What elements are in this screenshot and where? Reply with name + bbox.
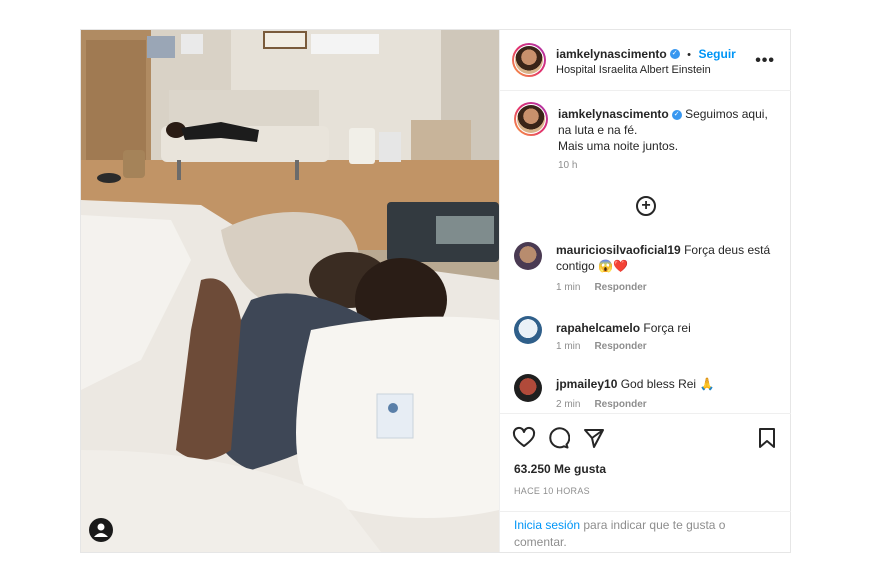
- comment-item: jpmailey10 God bless Rei 🙏 2 min Responde…: [514, 374, 776, 414]
- bookmark-icon[interactable]: [755, 426, 779, 450]
- post-photo[interactable]: [81, 30, 499, 552]
- comment-body: God bless Rei: [620, 377, 697, 391]
- verified-badge-icon: ✓: [671, 109, 682, 120]
- comment-time: 2 min: [556, 399, 581, 410]
- comment-meta: 1 min Responder: [556, 341, 647, 352]
- comment-username[interactable]: mauriciosilvaoficial19: [556, 243, 681, 257]
- reply-button[interactable]: Responder: [594, 282, 646, 293]
- comment-avatar[interactable]: [514, 316, 542, 344]
- author-avatar[interactable]: [512, 43, 546, 77]
- heart-icon[interactable]: [512, 426, 536, 450]
- post-side-panel: iamkelynascimento ✓ • Seguir Hospital Isr…: [499, 30, 791, 552]
- follow-button[interactable]: Seguir: [698, 47, 735, 61]
- hospital-room-photo: [81, 30, 499, 552]
- login-link[interactable]: Inicia sesión: [514, 518, 580, 532]
- comment-time: 1 min: [556, 341, 581, 352]
- header-line: iamkelynascimento ✓ • Seguir: [556, 45, 736, 63]
- likes-count[interactable]: 63.250 Me gusta: [514, 462, 606, 476]
- reply-button[interactable]: Responder: [594, 399, 646, 410]
- comment-avatar[interactable]: [514, 374, 542, 402]
- caption-avatar[interactable]: [514, 102, 548, 136]
- comment-emoji: 🙏: [699, 377, 715, 391]
- comment-username[interactable]: rapahelcamelo: [556, 321, 640, 335]
- posted-time[interactable]: HACE 10 HORAS: [514, 486, 590, 496]
- comment-emoji: 😱❤️: [598, 259, 628, 273]
- location-link[interactable]: Hospital Israelita Albert Einstein: [556, 64, 711, 76]
- login-prompt: Inicia sesión para indicar que te gusta …: [500, 511, 791, 554]
- comment-text: rapahelcamelo Força rei: [556, 320, 781, 336]
- paper-plane-icon[interactable]: [582, 426, 606, 450]
- comment-item: mauriciosilvaoficial19 Força deus está c…: [514, 242, 776, 294]
- comment-meta: 2 min Responder: [556, 399, 647, 410]
- post-header: iamkelynascimento ✓ • Seguir Hospital Isr…: [500, 30, 791, 91]
- separator-dot: •: [687, 49, 692, 61]
- comment-meta: 1 min Responder: [556, 282, 647, 293]
- more-options-icon[interactable]: •••: [755, 52, 775, 70]
- comment-time: 1 min: [556, 282, 581, 293]
- author-username[interactable]: iamkelynascimento: [556, 47, 667, 61]
- user-tag-icon[interactable]: [89, 518, 113, 542]
- comment-item: rapahelcamelo Força rei 1 min Responder: [514, 316, 776, 356]
- comment-text: jpmailey10 God bless Rei 🙏: [556, 376, 781, 392]
- comment-bubble-icon[interactable]: [546, 426, 571, 450]
- verified-badge-icon: ✓: [669, 48, 680, 59]
- caption-username[interactable]: iamkelynascimento: [558, 107, 669, 121]
- comment-avatar[interactable]: [514, 242, 542, 270]
- caption-line-2: Mais uma noite juntos.: [558, 139, 679, 153]
- comment-text: mauriciosilvaoficial19 Força deus está c…: [556, 242, 781, 274]
- instagram-post: iamkelynascimento ✓ • Seguir Hospital Isr…: [80, 29, 791, 553]
- caption-text: iamkelynascimento ✓ Seguimos aqui, na lut…: [558, 106, 778, 154]
- comment-body: Força rei: [643, 321, 691, 335]
- load-more-comments-icon[interactable]: +: [636, 196, 656, 216]
- post-actions: 63.250 Me gusta HACE 10 HORAS Inicia ses…: [500, 413, 791, 553]
- reply-button[interactable]: Responder: [594, 341, 646, 352]
- comment-username[interactable]: jpmailey10: [556, 377, 617, 391]
- caption-time: 10 h: [558, 160, 578, 171]
